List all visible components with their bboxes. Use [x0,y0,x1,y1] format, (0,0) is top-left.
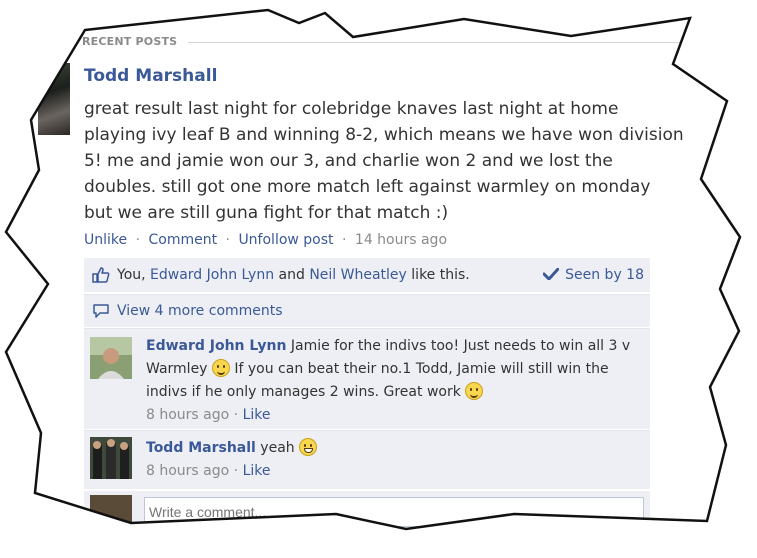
torn-paper-border [4,8,742,531]
